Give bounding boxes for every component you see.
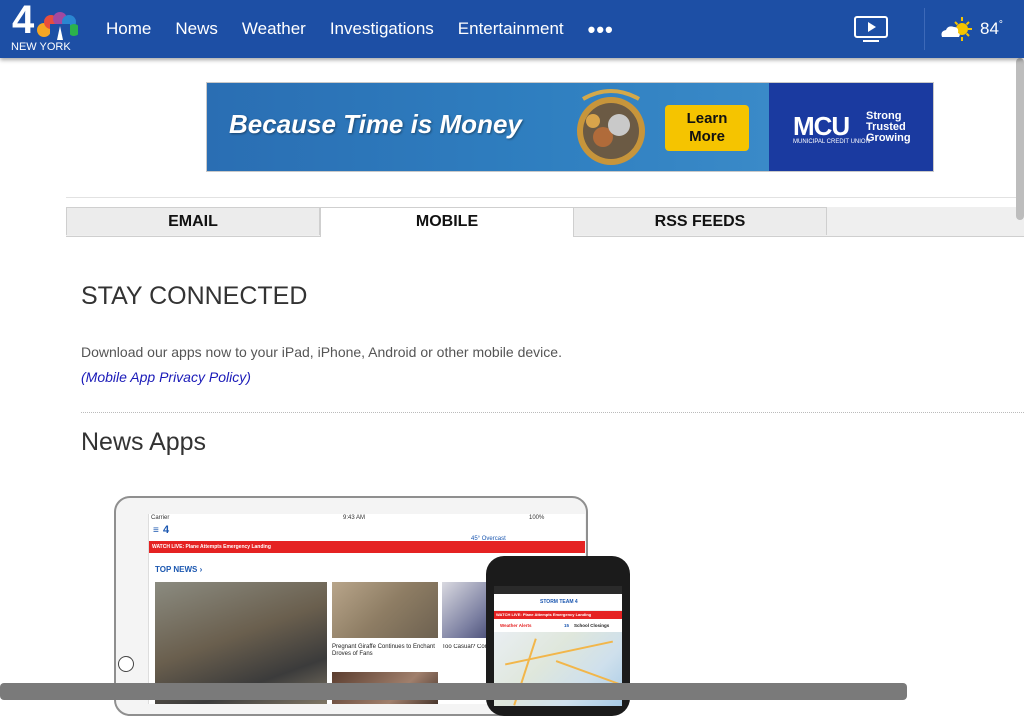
phone-status-bar <box>494 586 622 594</box>
nav-news[interactable]: News <box>175 19 218 39</box>
nav-investigations[interactable]: Investigations <box>330 19 434 39</box>
top-navigation-bar: 4 NEW YORK Home News Weather Investigati… <box>0 0 1024 58</box>
phone-tabs: Weather Alerts 15 School Closings <box>500 623 610 628</box>
nav-weather[interactable]: Weather <box>242 19 306 39</box>
temperature: 84° <box>980 19 1003 38</box>
partly-sunny-icon <box>941 17 972 41</box>
mcu-subtitle: MUNICIPAL CREDIT UNION <box>793 139 870 145</box>
mcu-tagline: Strong Trusted Growing <box>866 110 911 144</box>
phone-app-header: STORM TEAM 4 <box>494 594 622 611</box>
weather-widget[interactable]: 84° <box>938 14 1003 44</box>
tablet-giraffe-photo <box>332 582 438 638</box>
pocket-watch-icon <box>577 89 645 165</box>
tab-rss-feeds[interactable]: RSS FEEDS <box>573 207 827 235</box>
ad-left-panel: Because Time is Money Learn More <box>207 83 769 171</box>
video-play-icon[interactable] <box>853 15 889 43</box>
mcu-logo: MCU <box>793 111 850 141</box>
more-menu-icon[interactable]: ••• <box>588 19 614 41</box>
vertical-scrollbar[interactable] <box>1016 58 1024 220</box>
ad-brand-panel: MCU Strong Trusted Growing MUNICIPAL CRE… <box>769 83 933 171</box>
phone-live-banner: WATCH LIVE: Plane Attempts Emergency Lan… <box>494 611 622 619</box>
tablet-logo: 4 <box>163 524 170 536</box>
logo-number: 4 <box>12 0 34 42</box>
nbc4-logo[interactable]: 4 NEW YORK <box>10 0 80 54</box>
tab-email[interactable]: EMAIL <box>66 207 320 235</box>
ad-headline: Because Time is Money <box>229 109 522 139</box>
download-description: Download our apps now to your iPad, iPho… <box>81 344 562 360</box>
stay-connected-heading: STAY CONNECTED <box>81 282 308 310</box>
logo-city: NEW YORK <box>11 41 71 53</box>
horizontal-scrollbar[interactable] <box>0 683 907 700</box>
nav-home[interactable]: Home <box>106 19 151 39</box>
tablet-status-bar: Carrier 9:43 AM 100% <box>151 515 545 521</box>
advertisement-banner[interactable]: Because Time is Money Learn More MCU Str… <box>206 82 934 172</box>
privacy-policy-link[interactable]: (Mobile App Privacy Policy) <box>81 369 251 386</box>
tab-mobile[interactable]: MOBILE <box>320 207 574 237</box>
tablet-top-news: TOP NEWS › <box>155 565 203 574</box>
menu-icon: ≡ <box>153 525 159 536</box>
peacock-icon <box>37 12 78 40</box>
section-divider <box>81 412 1024 413</box>
tablet-live-banner: WATCH LIVE: Plane Attempts Emergency Lan… <box>149 541 585 553</box>
tablet-caption-2: Pregnant Giraffe Continues to Enchant Dr… <box>332 644 435 658</box>
tablet-home-button <box>118 656 134 672</box>
header-divider <box>924 8 925 50</box>
tab-bar: EMAIL MOBILE RSS FEEDS <box>66 207 1024 237</box>
nav-entertainment[interactable]: Entertainment <box>458 19 564 39</box>
learn-more-button[interactable]: Learn More <box>665 105 749 151</box>
news-apps-heading: News Apps <box>81 428 207 456</box>
tablet-app-header: ≡ 4 45° Overcast <box>149 523 585 542</box>
main-nav: Home News Weather Investigations Enterta… <box>106 0 614 58</box>
